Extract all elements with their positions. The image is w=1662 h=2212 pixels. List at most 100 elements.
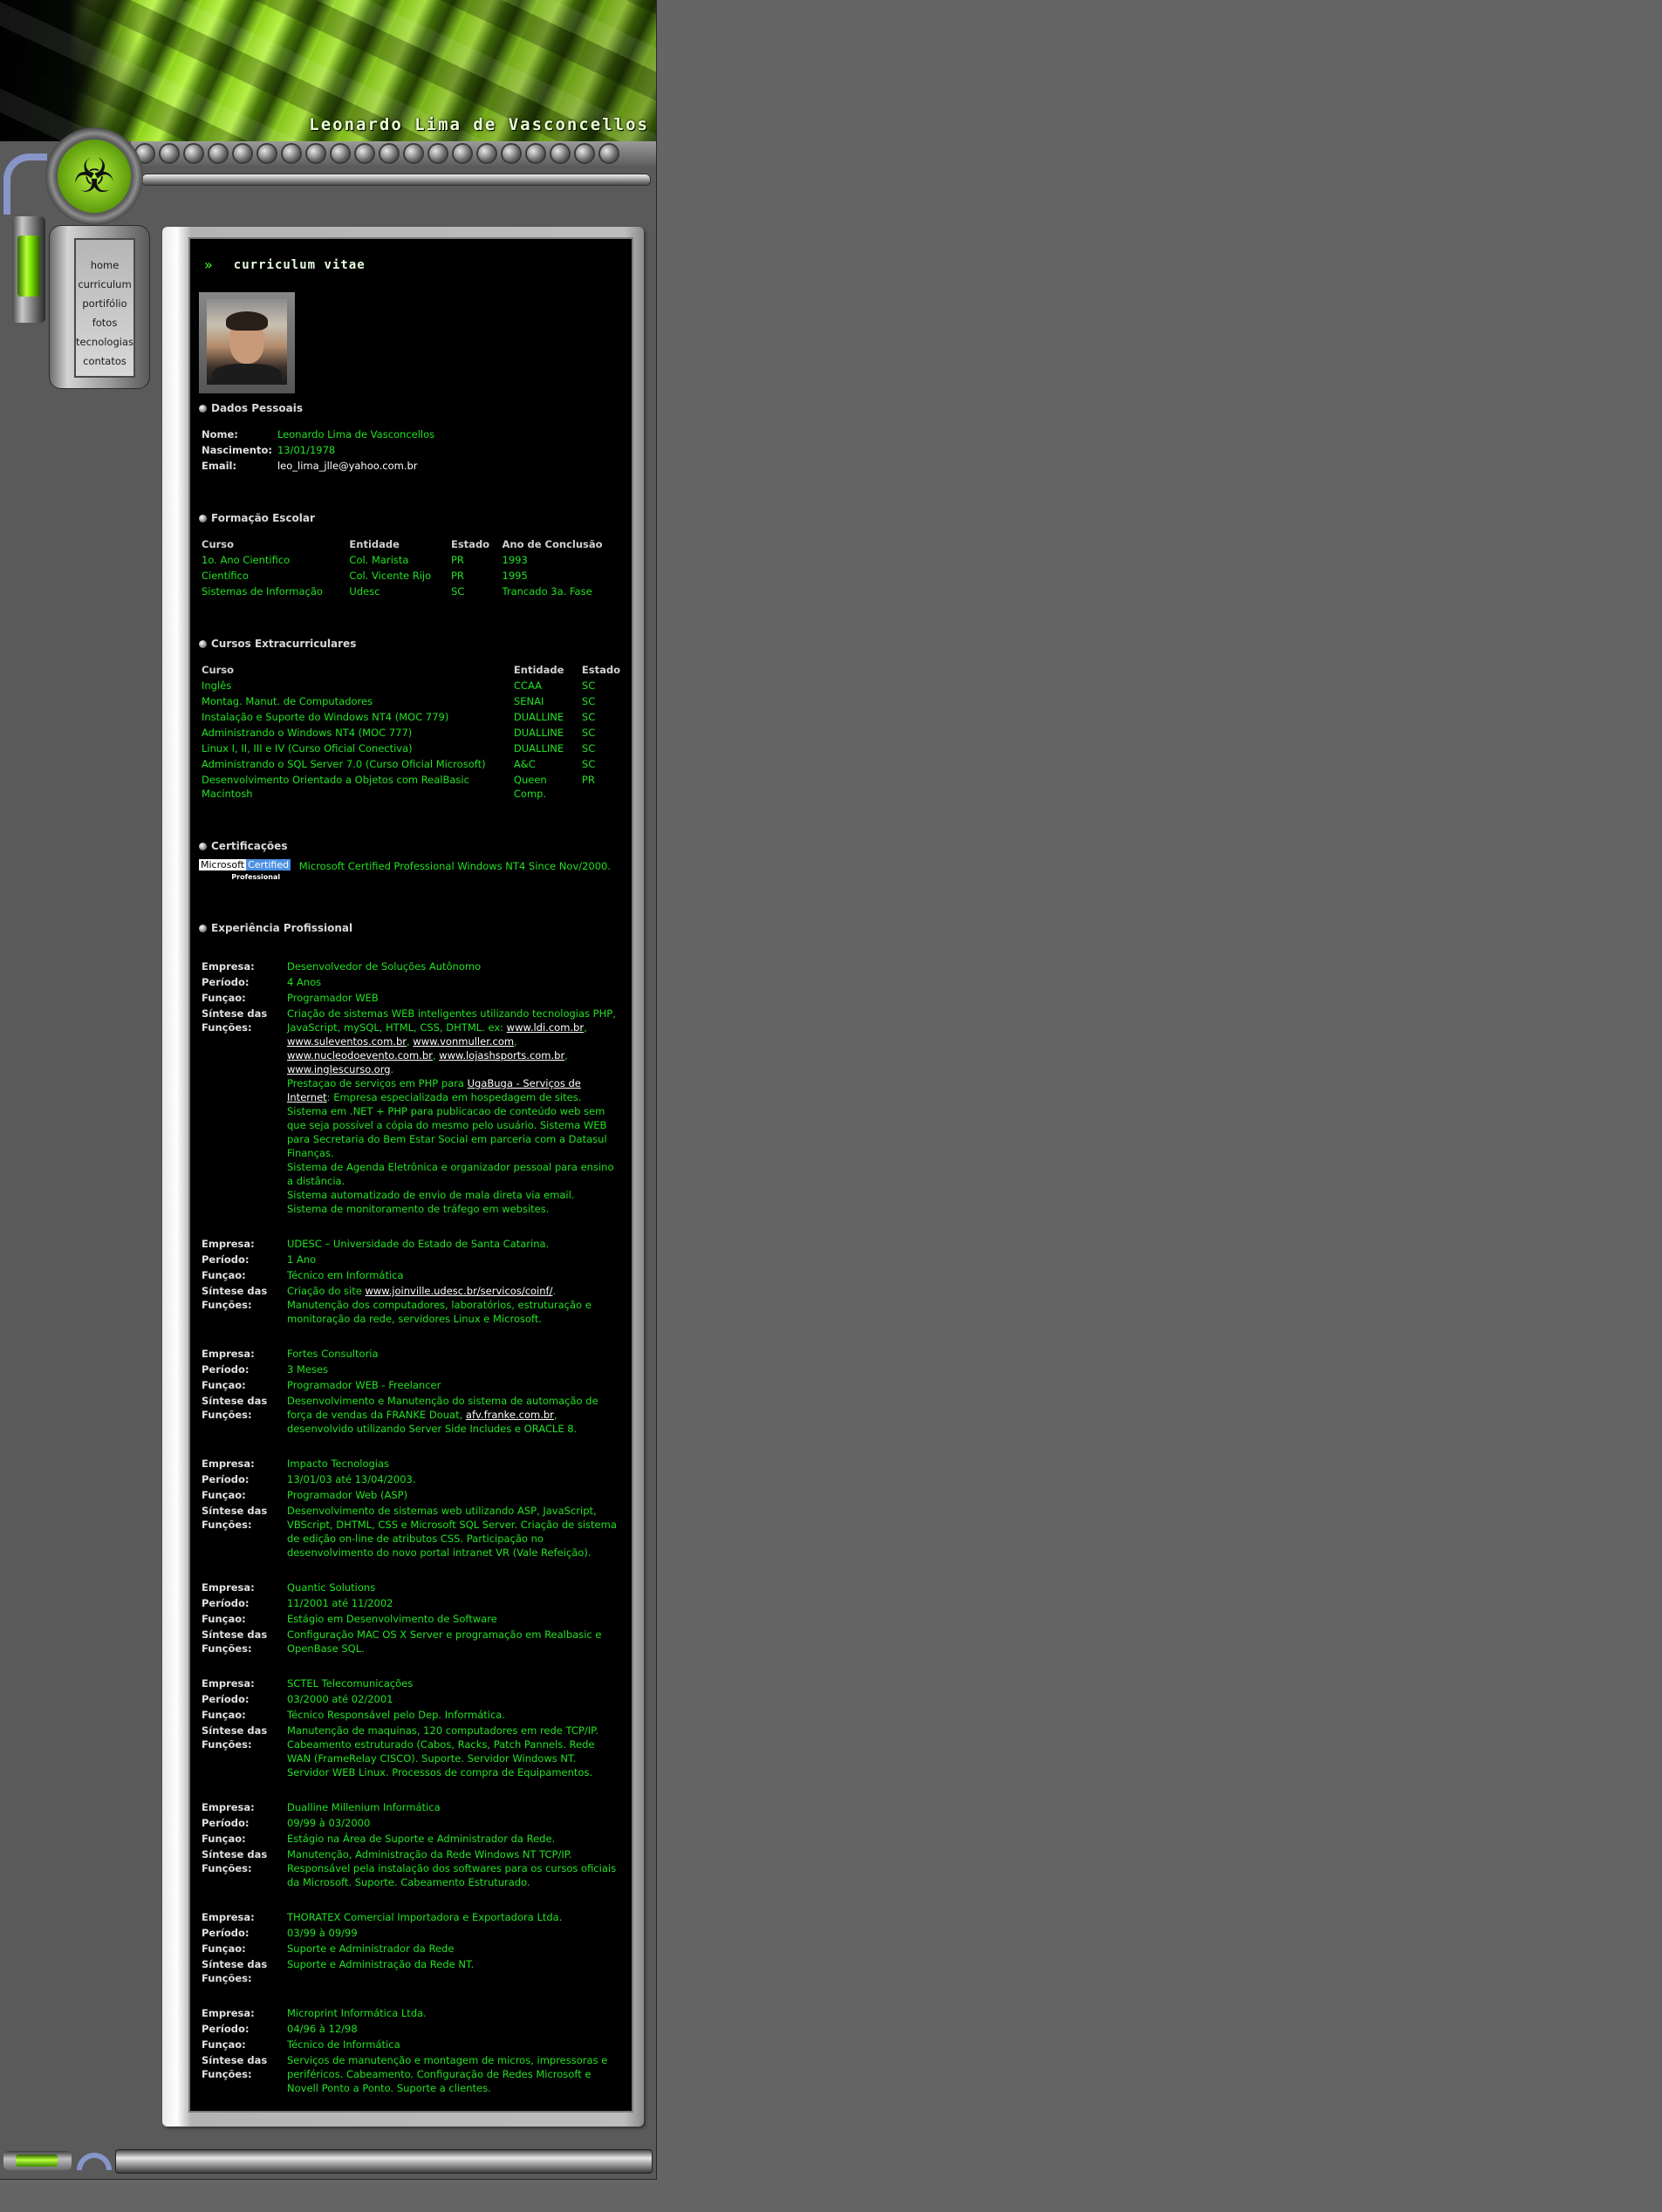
- link-afv-franke[interactable]: afv.franke.com.br: [466, 1409, 554, 1421]
- sintese-text: Sistema de Agenda Eletrônica e organizad…: [287, 1161, 614, 1187]
- table-cell: SC: [581, 679, 596, 692]
- link-suleventos[interactable]: www.suleventos.com.br: [287, 1035, 407, 1048]
- empresa-label: Empresa:: [202, 1458, 255, 1470]
- column-header: Curso: [202, 538, 235, 550]
- funcao-label: Funçao:: [202, 1833, 246, 1845]
- sintese-label: Síntese das Funções:: [202, 1724, 268, 1751]
- nav-item-tecnologias[interactable]: tecnologias: [76, 332, 133, 352]
- link-lojashsports[interactable]: www.lojashsports.com.br: [439, 1049, 564, 1062]
- certification-text: Microsoft Certified Professional Windows…: [298, 860, 611, 872]
- cv-title-row: » curriculum vitae: [204, 256, 623, 273]
- table-cell: Trancado 3a. Fase: [502, 585, 592, 597]
- table-cell: Udesc: [349, 585, 380, 597]
- nav-item-contatos[interactable]: contatos: [76, 352, 133, 371]
- nascimento-value: 13/01/1978: [277, 444, 336, 456]
- table-cell: Instalação e Suporte do Windows NT4 (MOC…: [202, 711, 449, 723]
- table-row: Sistemas de Informação Udesc SC Trancado…: [199, 584, 623, 599]
- link-nucleodoevento[interactable]: www.nucleodoevento.com.br: [287, 1049, 433, 1062]
- sintese-text: Sistema em .NET + PHP para publicacao de…: [287, 1105, 607, 1159]
- table-row: Administrando o SQL Server 7.0 (Curso Of…: [199, 756, 623, 772]
- mcp-logo: Microsoft Certified Professional: [199, 859, 291, 884]
- funcao-label: Funçao:: [202, 1942, 246, 1955]
- biohazard-disc: ☣: [45, 127, 143, 225]
- funcao-value: Programador WEB - Freelancer: [287, 1379, 441, 1391]
- column-header: Ano de Conclusão: [502, 538, 603, 550]
- biohazard-icon: ☣: [58, 140, 131, 213]
- table-row: Empresa: Impacto Tecnologias: [199, 1456, 623, 1471]
- funcao-label: Funçao:: [202, 1379, 246, 1391]
- empresa-label: Empresa:: [202, 1801, 255, 1813]
- table-row: Nome: Leonardo Lima de Vasconcellos: [199, 427, 437, 442]
- funcao-label: Funçao:: [202, 2038, 246, 2051]
- nav-item-portfolio[interactable]: portifólio: [76, 294, 133, 313]
- table-row: Período: 04/96 à 12/98: [199, 2021, 623, 2037]
- mcp-logo-microsoft: Microsoft: [199, 859, 247, 870]
- green-tube-glass: [16, 2154, 58, 2167]
- periodo-label: Período:: [202, 2023, 250, 2035]
- sphere-bullet-icon: [199, 924, 207, 932]
- table-cell: SENAI: [513, 695, 544, 707]
- sintese-value: Criação de sistemas WEB inteligentes uti…: [287, 1007, 616, 1215]
- empresa-value: UDESC – Universidade do Estado de Santa …: [287, 1238, 550, 1250]
- sphere-bullet-icon: [199, 514, 207, 522]
- table-row: 1o. Ano Cientifico Col. Marista PR 1993: [199, 552, 623, 568]
- photo-body: [212, 364, 282, 385]
- empresa-value: Microprint Informática Ltda.: [287, 2007, 427, 2019]
- rivet-icon: [527, 145, 544, 162]
- link-ldi[interactable]: www.ldi.com.br: [507, 1021, 584, 1034]
- nav-item-home[interactable]: home: [76, 256, 133, 275]
- periodo-value: 4 Anos: [287, 976, 322, 988]
- empresa-value: Dualline Millenium Informática: [287, 1801, 441, 1813]
- table-row: Síntese das Funções: Manutenção, Administ…: [199, 1847, 623, 1890]
- funcao-label: Funçao:: [202, 992, 246, 1004]
- rivet-icon: [234, 145, 251, 162]
- funcao-value: Estágio na Área de Suporte e Administrad…: [287, 1833, 556, 1845]
- sintese-value: Desenvolvimento de sistemas web utilizan…: [287, 1505, 617, 1559]
- column-header: Entidade: [349, 538, 400, 550]
- periodo-label: Período:: [202, 1253, 250, 1266]
- table-row: Síntese das Funções: Serviços de manutenç…: [199, 2052, 623, 2096]
- table-cell: Col. Marista: [349, 554, 409, 566]
- funcao-value: Suporte e Administrador da Rede: [287, 1942, 455, 1955]
- table-cell: SC: [581, 695, 596, 707]
- table-cell: Linux I, II, III e IV (Curso Oficial Con…: [202, 742, 413, 754]
- nav-item-fotos[interactable]: fotos: [76, 313, 133, 332]
- pipe-hook: [3, 154, 47, 215]
- sintese-label: Síntese das Funções:: [202, 1395, 268, 1421]
- section-heading-cursos: Cursos Extracurriculares: [199, 638, 623, 650]
- table-cell: Sistemas de Informação: [202, 585, 323, 597]
- periodo-value: 03/2000 até 02/2001: [287, 1693, 393, 1705]
- email-value: leo_lima_jlle@yahoo.com.br: [277, 460, 418, 472]
- table-row: Email: leo_lima_jlle@yahoo.com.br: [199, 458, 437, 474]
- section-title: Cursos Extracurriculares: [211, 638, 357, 650]
- sphere-bullet-icon: [199, 842, 207, 850]
- table-cell: Montag. Manut. de Computadores: [202, 695, 373, 707]
- periodo-value: 13/01/03 até 13/04/2003.: [287, 1473, 416, 1485]
- section-heading-cert: Certificações: [199, 840, 623, 852]
- table-row: Síntese das Funções: Criação de sistemas…: [199, 1006, 623, 1217]
- table-row: Período: 4 Anos: [199, 974, 623, 990]
- table-row: Empresa: SCTEL Telecomunicações: [199, 1676, 623, 1691]
- job-entry: Empresa: Quantic Solutions Período: 11/200…: [199, 1580, 623, 1656]
- sintese-label: Síntese das Funções:: [202, 1285, 268, 1311]
- periodo-label: Período:: [202, 1817, 250, 1829]
- rivet-icon: [283, 145, 300, 162]
- job-entry: Empresa: Desenvolvedor de Soluções Autôno…: [199, 959, 623, 1217]
- table-cell: SC: [581, 727, 596, 739]
- table-cell: 1995: [502, 570, 528, 582]
- sintese-label: Síntese das Funções:: [202, 1505, 268, 1531]
- section-heading-formacao: Formação Escolar: [199, 512, 623, 524]
- link-udesc-coinf[interactable]: www.joinville.udesc.br/servicos/coinf/: [365, 1285, 552, 1297]
- rivet-icon: [209, 145, 227, 162]
- job-entry: Empresa: SCTEL Telecomunicações Período: 0…: [199, 1676, 623, 1780]
- funcao-value: Programador Web (ASP): [287, 1489, 408, 1501]
- empresa-label: Empresa:: [202, 1238, 255, 1250]
- table-row: Funçao: Suporte e Administrador da Rede: [199, 1941, 564, 1956]
- green-tube-glass: [17, 236, 40, 297]
- mcp-logo-professional: Professional: [231, 873, 281, 881]
- nav-item-curriculum[interactable]: curriculum: [76, 275, 133, 294]
- link-vonmuller[interactable]: www.vonmuller.com: [413, 1035, 514, 1048]
- green-tube: [12, 216, 45, 323]
- link-inglescurso[interactable]: www.inglescurso.org: [287, 1063, 391, 1075]
- sphere-bullet-icon: [199, 404, 207, 413]
